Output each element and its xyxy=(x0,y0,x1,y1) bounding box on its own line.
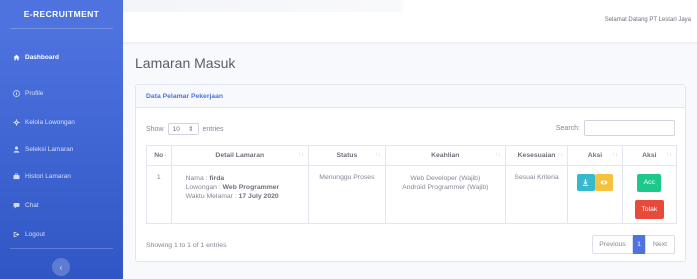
detail-waktu-value: 17 July 2020 xyxy=(238,193,279,200)
column-header-aksi-2[interactable]: Aksi ↑↓ xyxy=(621,145,678,166)
pagination-page-1[interactable]: 1 xyxy=(633,235,645,254)
download-button[interactable] xyxy=(576,174,595,191)
sidebar-item-label: Chat xyxy=(25,201,39,209)
sidebar: E-RECRUITMENT Dashboard Profile Kelola L… xyxy=(0,0,123,279)
column-header-status[interactable]: Status ↑↓ xyxy=(307,145,386,166)
entries-select[interactable]: 10 ⇕ xyxy=(167,123,199,135)
sidebar-item-profile[interactable]: Profile xyxy=(0,86,123,100)
column-header-no[interactable]: No ↑↓ xyxy=(146,145,172,166)
sidebar-item-seleksi-lamaran[interactable]: Seleksi Lamaran xyxy=(0,142,123,156)
cell-kesesuaian: Sesuai Kriteria xyxy=(504,165,569,224)
detail-waktu: Waktu Melamar : 17 July 2020 xyxy=(186,192,308,201)
view-button[interactable] xyxy=(594,174,613,191)
page-title: Lamaran Masuk xyxy=(135,55,236,71)
sidebar-divider xyxy=(10,248,113,249)
sidebar-item-kelola-lowongan[interactable]: Kelola Lowongan xyxy=(0,115,123,129)
app-root: E-RECRUITMENT Dashboard Profile Kelola L… xyxy=(0,0,697,279)
pagination-previous[interactable]: Previous xyxy=(592,235,633,254)
detail-lowongan-value: Web Programmer xyxy=(222,184,280,191)
welcome-text[interactable]: Selamat Datang PT Lestari Jaya xyxy=(605,17,691,23)
sidebar-item-logout[interactable]: Logout xyxy=(0,227,123,241)
show-label: Show xyxy=(146,125,164,133)
applicants-table: No ↑↓ Detail Lamaran ↑↓ Status ↑↓ Keahlian ↑… xyxy=(146,145,678,224)
detail-nama-value: firda xyxy=(209,175,225,182)
show-entries-control: Show 10 ⇕ entries xyxy=(146,123,224,135)
entries-select-value: 10 xyxy=(172,125,180,133)
detail-nama-label: Nama : xyxy=(185,175,208,182)
sidebar-item-label: Histori Lamaran xyxy=(25,172,71,180)
pagination-next[interactable]: Next xyxy=(645,235,675,254)
column-header-label: Aksi xyxy=(642,152,657,159)
column-header-aksi[interactable]: Aksi ↑↓ xyxy=(567,145,623,166)
card-title: Data Pelamar Pekerjaan xyxy=(146,92,224,100)
search-input[interactable] xyxy=(584,120,675,136)
search-control: Search: xyxy=(556,120,675,136)
column-header-label: Aksi xyxy=(587,152,603,159)
topbar: Selamat Datang PT Lestari Jaya xyxy=(123,0,697,42)
topbar-shade xyxy=(123,0,403,12)
gear-icon xyxy=(13,118,20,126)
eye-icon xyxy=(600,180,608,185)
sidebar-item-dashboard[interactable]: Dashboard xyxy=(0,50,123,64)
detail-waktu-label: Waktu Melamar : xyxy=(185,193,237,200)
skill-item: Android Programmer (Wajib) xyxy=(402,184,489,191)
sidebar-item-label: Dashboard xyxy=(25,53,59,61)
brand-logo[interactable]: E-RECRUITMENT xyxy=(0,0,123,28)
sort-icon: ↑↓ xyxy=(297,152,304,158)
column-header-label: Status xyxy=(336,152,358,159)
home-icon xyxy=(13,54,20,60)
applicants-card: Data Pelamar Pekerjaan Show 10 ⇕ entries… xyxy=(135,84,686,262)
search-label: Search: xyxy=(555,124,580,132)
skill-item: Web Developer (Wajib) xyxy=(410,175,481,182)
table-row: 1 Nama : firda Lowongan : Web Programmer… xyxy=(146,165,678,224)
detail-nama: Nama : firda xyxy=(186,174,308,183)
pagination: Previous 1 Next xyxy=(592,235,675,254)
cell-aksi xyxy=(567,165,623,224)
chat-icon xyxy=(13,202,20,208)
sidebar-toggle-button[interactable]: ‹ xyxy=(52,258,70,276)
detail-lowongan: Lowongan : Web Programmer xyxy=(186,183,308,192)
table-header-row: No ↑↓ Detail Lamaran ↑↓ Status ↑↓ Keahlian ↑… xyxy=(146,145,678,166)
logout-icon xyxy=(13,231,20,237)
sort-icon: ↑↓ xyxy=(611,152,618,158)
table-info: Showing 1 to 1 of 1 entries xyxy=(146,242,227,249)
sort-icon: ↑↓ xyxy=(160,152,167,158)
acc-button[interactable]: Acc xyxy=(637,174,662,192)
sort-icon: ↑↓ xyxy=(494,152,501,158)
cell-aksi-2: Acc Tolak xyxy=(621,165,678,224)
column-header-label: Keahlian xyxy=(431,152,460,159)
cell-detail: Nama : firda Lowongan : Web Programmer W… xyxy=(170,165,309,224)
sort-icon: ↑↓ xyxy=(374,152,381,158)
column-header-keahlian[interactable]: Keahlian ↑↓ xyxy=(384,145,506,166)
column-header-label: Kesesuaian xyxy=(517,152,556,159)
sidebar-item-label: Logout xyxy=(25,230,45,238)
select-caret-icon: ⇕ xyxy=(187,126,194,133)
column-header-label: Detail Lamaran xyxy=(215,152,265,159)
cell-keahlian: Web Developer (Wajib) Android Programmer… xyxy=(384,165,506,224)
sidebar-divider xyxy=(10,28,113,29)
column-header-detail[interactable]: Detail Lamaran ↑↓ xyxy=(170,145,309,166)
card-header: Data Pelamar Pekerjaan xyxy=(136,85,685,108)
entries-label: entries xyxy=(202,125,224,133)
user-icon xyxy=(13,146,20,153)
cell-no: 1 xyxy=(146,165,172,224)
sidebar-item-label: Profile xyxy=(25,89,44,97)
cell-status: Menunggu Proses xyxy=(307,165,386,224)
briefcase-icon xyxy=(13,173,20,179)
info-icon xyxy=(13,89,20,97)
sidebar-item-label: Seleksi Lamaran xyxy=(25,145,74,153)
sidebar-item-label: Kelola Lowongan xyxy=(25,118,75,126)
detail-lowongan-label: Lowongan : xyxy=(185,184,221,191)
column-header-kesesuaian[interactable]: Kesesuaian ↑↓ xyxy=(504,145,569,166)
sidebar-item-histori-lamaran[interactable]: Histori Lamaran xyxy=(0,169,123,183)
sort-icon: ↑↓ xyxy=(557,152,564,158)
sidebar-item-chat[interactable]: Chat xyxy=(0,198,123,212)
download-icon xyxy=(583,179,589,186)
tolak-button[interactable]: Tolak xyxy=(634,200,664,219)
sort-icon: ↑↓ xyxy=(666,152,672,158)
